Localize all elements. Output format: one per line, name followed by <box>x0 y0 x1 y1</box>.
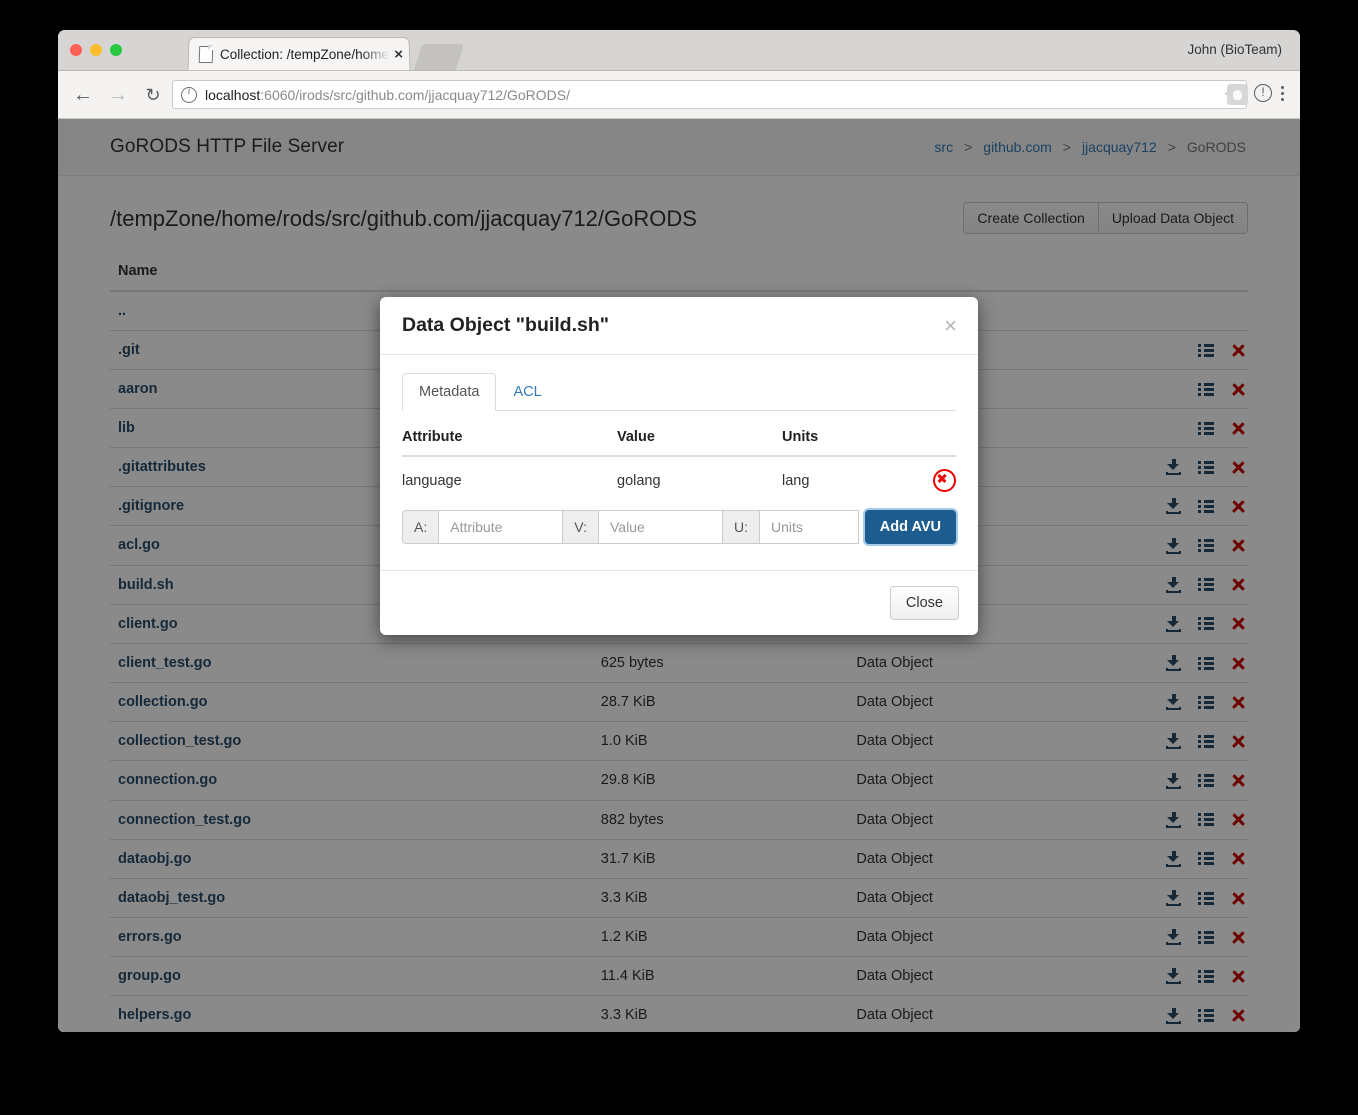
avu-column-header-attribute: Attribute <box>402 425 617 457</box>
add-avu-form: A: V: U: Add AVU <box>402 510 956 544</box>
modal-close-icon[interactable]: × <box>942 314 959 337</box>
avu-header-row: Attribute Value Units <box>402 425 956 457</box>
close-button[interactable]: Close <box>889 586 959 620</box>
reload-button[interactable]: ↻ <box>140 82 166 108</box>
modal-tab-list: Metadata ACL <box>402 373 956 411</box>
attribute-input[interactable] <box>438 510 563 544</box>
browser-tab-active[interactable]: Collection: /tempZone/home/rc × <box>187 37 411 71</box>
new-tab-button[interactable] <box>413 44 465 70</box>
address-bar[interactable]: localhost:6060/irods/src/github.com/jjac… <box>172 80 1247 109</box>
tab-metadata[interactable]: Metadata <box>402 373 497 411</box>
modal-body: Metadata ACL Attribute Value Units langua… <box>380 355 978 570</box>
units-field-addon: U: <box>722 510 760 544</box>
tab-close-icon[interactable]: × <box>394 46 403 63</box>
avu-units-cell: lang <box>782 472 810 489</box>
close-window-button[interactable] <box>70 44 82 56</box>
avu-column-header-value: Value <box>617 425 782 457</box>
data-object-modal: Data Object "build.sh" × Metadata ACL Att… <box>380 297 978 635</box>
attribute-field-addon: A: <box>402 510 439 544</box>
metadata-avu-table: Attribute Value Units language golang lang <box>402 425 956 504</box>
browser-profile-name[interactable]: John (BioTeam) <box>1187 42 1282 57</box>
browser-window: Collection: /tempZone/home/rc × John (Bi… <box>58 30 1300 1032</box>
maximize-window-button[interactable] <box>110 44 122 56</box>
browser-tab-strip: Collection: /tempZone/home/rc × John (Bi… <box>58 30 1300 71</box>
extension-icon[interactable] <box>1227 84 1248 105</box>
url-path: :6060/irods/src/github.com/jjacquay712/G… <box>260 86 570 103</box>
minimize-window-button[interactable] <box>90 44 102 56</box>
back-button[interactable]: ← <box>70 82 96 108</box>
url-host: localhost <box>205 86 261 103</box>
page-viewport: GoRODS HTTP File Server src > github.com > j… <box>58 119 1300 1032</box>
avu-value-cell: golang <box>617 472 661 489</box>
avu-table-head: Attribute Value Units <box>402 425 956 457</box>
address-bar-url: localhost:6060/irods/src/github.com/jjac… <box>205 87 1218 103</box>
avu-attribute-cell: language <box>402 472 462 489</box>
browser-toolbar: ← → ↻ localhost:6060/irods/src/github.co… <box>58 71 1300 119</box>
page-document-icon <box>198 45 214 63</box>
tab-acl[interactable]: ACL <box>496 373 558 411</box>
window-controls <box>70 44 122 56</box>
page-alert-icon[interactable] <box>1254 84 1272 102</box>
avu-actions-cell <box>922 456 956 504</box>
forward-button[interactable]: → <box>105 82 131 108</box>
browser-tab-title: Collection: /tempZone/home/rc <box>219 46 393 62</box>
site-info-icon[interactable] <box>181 86 197 103</box>
modal-title: Data Object "build.sh" <box>402 314 610 336</box>
avu-column-header-actions <box>922 425 956 457</box>
modal-footer: Close <box>380 570 978 635</box>
avu-column-header-units: Units <box>782 425 922 457</box>
units-input[interactable] <box>759 510 859 544</box>
avu-table-body: language golang lang <box>402 456 956 504</box>
add-avu-button[interactable]: Add AVU <box>864 510 956 544</box>
value-input[interactable] <box>597 510 723 544</box>
remove-avu-icon[interactable] <box>933 469 956 492</box>
browser-menu-icon[interactable] <box>1274 82 1290 104</box>
value-field-addon: V: <box>562 510 598 544</box>
modal-header: Data Object "build.sh" × <box>380 297 978 355</box>
avu-row: language golang lang <box>402 456 956 504</box>
web-page: GoRODS HTTP File Server src > github.com > j… <box>58 119 1300 1032</box>
